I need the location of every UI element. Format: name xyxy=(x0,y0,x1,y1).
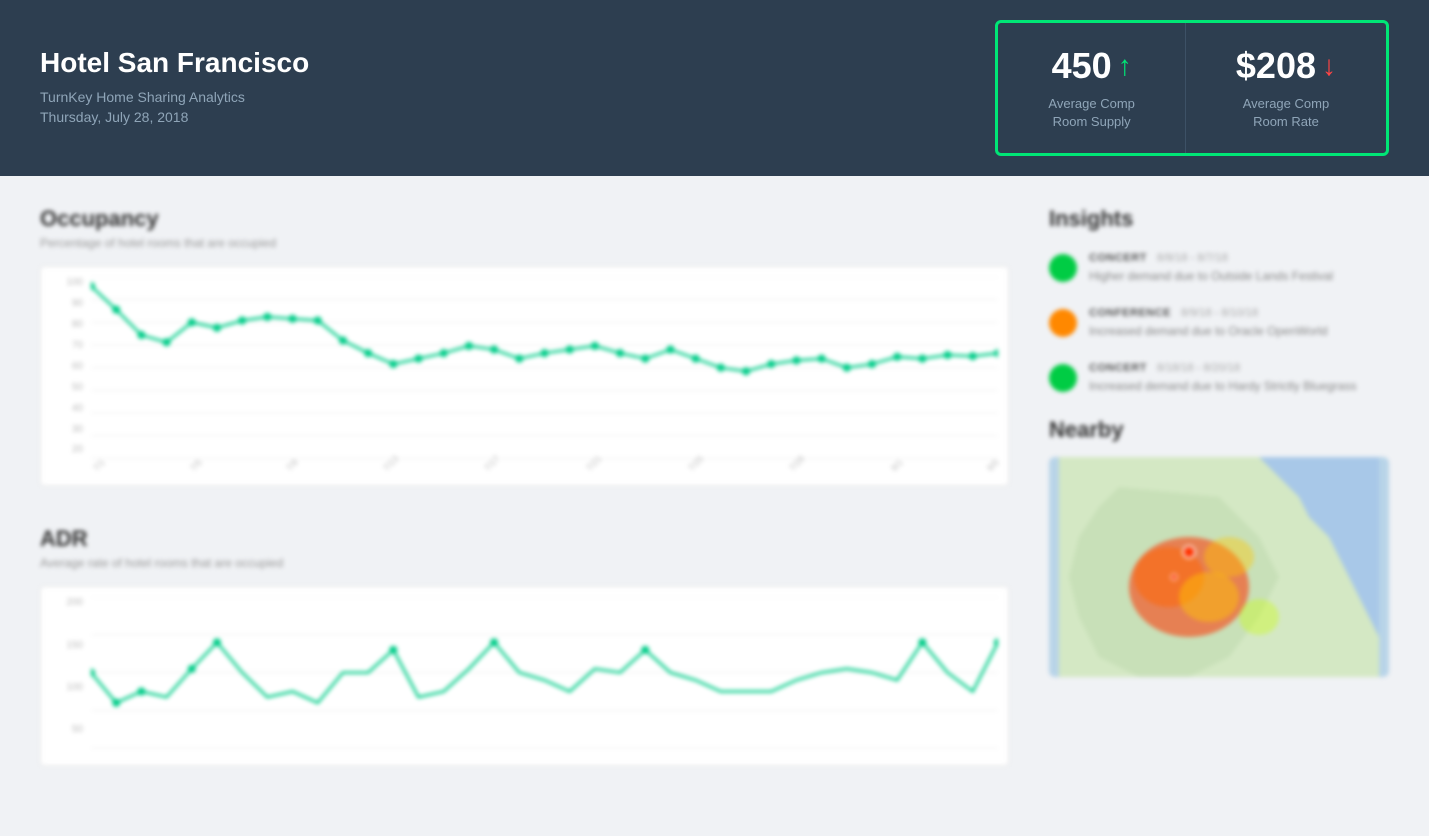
insight-dot-green-0 xyxy=(1049,254,1077,282)
kpi-supply-value: 450 ↑ xyxy=(1048,45,1134,87)
insight-item-0: CONCERT 8/8/18 - 8/7/18 Higher demand du… xyxy=(1049,252,1389,285)
supply-arrow-up-icon: ↑ xyxy=(1118,50,1132,82)
charts-left: Occupancy Percentage of hotel rooms that… xyxy=(40,206,1009,806)
adr-y-axis: 200 150 100 50 xyxy=(41,597,91,735)
insights-title: Insights xyxy=(1049,206,1389,232)
adr-section: ADR Average rate of hotel rooms that are… xyxy=(40,526,1009,766)
insight-item-1: CONFERENCE 8/9/18 - 8/10/18 Increased de… xyxy=(1049,307,1389,340)
nearby-title: Nearby xyxy=(1049,417,1389,443)
insight-dot-green-2 xyxy=(1049,364,1077,392)
adr-title: ADR xyxy=(40,526,1009,552)
insight-content-2: CONCERT 8/18/18 - 8/20/18 Increased dema… xyxy=(1089,362,1356,395)
insight-tag-0: CONCERT xyxy=(1089,252,1147,264)
insight-item-2: CONCERT 8/18/18 - 8/20/18 Increased dema… xyxy=(1049,362,1389,395)
insight-text-1: Increased demand due to Oracle OpenWorld xyxy=(1089,323,1328,340)
insight-content-1: CONFERENCE 8/9/18 - 8/10/18 Increased de… xyxy=(1089,307,1328,340)
header-date: Thursday, July 28, 2018 xyxy=(40,109,309,125)
panel-right: Insights CONCERT 8/8/18 - 8/7/18 Higher … xyxy=(1049,206,1389,806)
header-left: Hotel San Francisco TurnKey Home Sharing… xyxy=(40,47,309,129)
insight-date-1: 8/9/18 - 8/10/18 xyxy=(1181,307,1258,319)
kpi-rate-card: $208 ↓ Average CompRoom Rate xyxy=(1185,23,1386,153)
insight-date-0: 8/8/18 - 8/7/18 xyxy=(1157,252,1228,264)
kpi-supply-card: 450 ↑ Average CompRoom Supply xyxy=(998,23,1184,153)
occupancy-title: Occupancy xyxy=(40,206,1009,232)
kpi-rate-label: Average CompRoom Rate xyxy=(1236,95,1336,131)
insight-header-1: CONFERENCE 8/9/18 - 8/10/18 xyxy=(1089,307,1328,319)
insight-tag-2: CONCERT xyxy=(1089,362,1147,374)
kpi-rate-value: $208 ↓ xyxy=(1236,45,1336,87)
insight-header-2: CONCERT 8/18/18 - 8/20/18 xyxy=(1089,362,1356,374)
insight-content-0: CONCERT 8/8/18 - 8/7/18 Higher demand du… xyxy=(1089,252,1333,285)
insight-header-0: CONCERT 8/8/18 - 8/7/18 xyxy=(1089,252,1333,264)
occupancy-chart-area: 100 90 80 70 60 50 40 30 20 xyxy=(40,266,1009,486)
kpi-supply-label: Average CompRoom Supply xyxy=(1048,95,1134,131)
insight-text-2: Increased demand due to Hardy Strictly B… xyxy=(1089,378,1356,395)
x-axis-labels: 7/1 7/5 7/9 7/13 7/17 7/21 7/25 7/28 8/1… xyxy=(91,457,998,485)
header: Hotel San Francisco TurnKey Home Sharing… xyxy=(0,0,1429,176)
app-name: TurnKey Home Sharing Analytics xyxy=(40,89,309,105)
nearby-map[interactable] xyxy=(1049,457,1389,677)
map-svg xyxy=(1049,457,1389,677)
insights-section: Insights CONCERT 8/8/18 - 8/7/18 Higher … xyxy=(1049,206,1389,394)
kpi-container: 450 ↑ Average CompRoom Supply $208 ↓ Ave… xyxy=(995,20,1389,156)
occupancy-y-axis: 100 90 80 70 60 50 40 30 20 xyxy=(41,277,91,455)
occupancy-section: Occupancy Percentage of hotel rooms that… xyxy=(40,206,1009,486)
main-content: Occupancy Percentage of hotel rooms that… xyxy=(0,176,1429,836)
nearby-section: Nearby xyxy=(1049,417,1389,677)
insight-date-2: 8/18/18 - 8/20/18 xyxy=(1157,362,1240,374)
insight-dot-orange-1 xyxy=(1049,309,1077,337)
occupancy-chart-svg xyxy=(91,277,998,458)
insight-tag-1: CONFERENCE xyxy=(1089,307,1171,319)
occupancy-subtitle: Percentage of hotel rooms that are occup… xyxy=(40,236,1009,250)
adr-chart-area: 200 150 100 50 xyxy=(40,586,1009,766)
rate-arrow-down-icon: ↓ xyxy=(1322,50,1336,82)
hotel-name: Hotel San Francisco xyxy=(40,47,309,79)
adr-chart-svg xyxy=(91,597,998,748)
adr-subtitle: Average rate of hotel rooms that are occ… xyxy=(40,556,1009,570)
insight-text-0: Higher demand due to Outside Lands Festi… xyxy=(1089,268,1333,285)
